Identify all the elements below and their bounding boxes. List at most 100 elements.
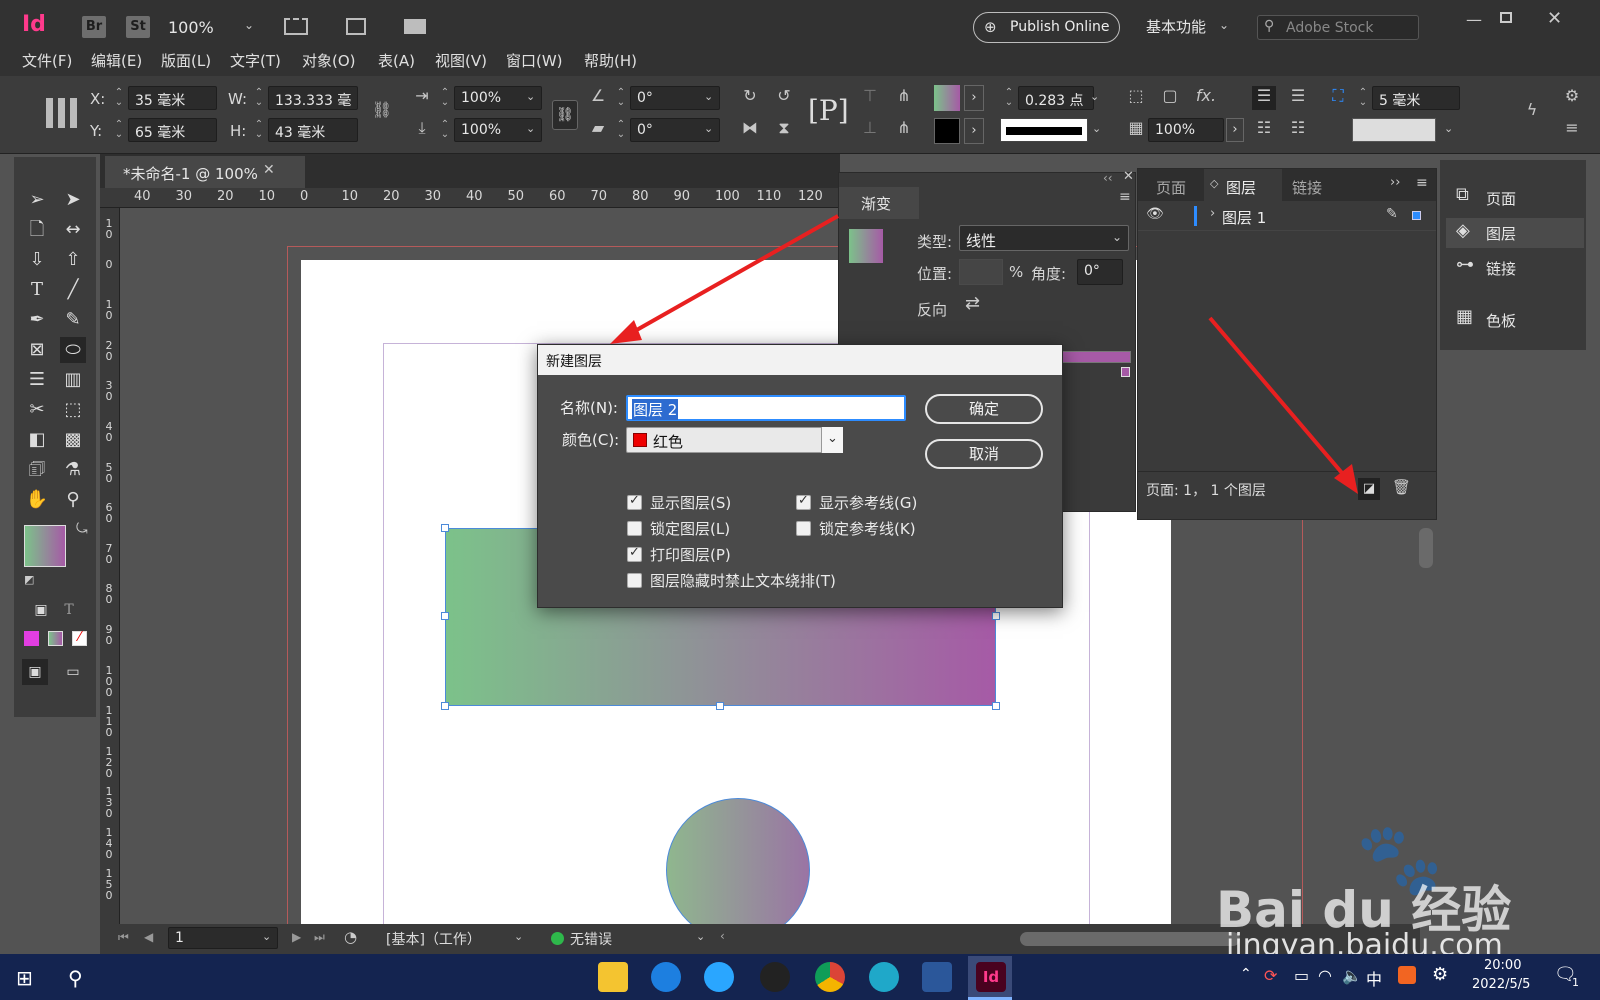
scissors-tool-icon[interactable]: ✂: [24, 397, 50, 423]
scale-x-stepper[interactable]: ⌃ ⌄: [436, 86, 454, 110]
browser-q-icon[interactable]: [704, 962, 734, 992]
layer-expand-chevron-icon[interactable]: ›: [1210, 206, 1215, 221]
gradient-panel-menu-icon[interactable]: ≡: [1119, 189, 1131, 205]
stroke-weight-stepper[interactable]: ⌃ ⌄: [1000, 86, 1018, 110]
offset-stepper[interactable]: ⌃ ⌄: [1354, 86, 1372, 110]
dock-layers[interactable]: 图层: [1486, 223, 1516, 244]
text-frame-center-icon[interactable]: ☰: [1286, 86, 1310, 110]
dock-pages[interactable]: 页面: [1486, 188, 1516, 209]
tray-battery-icon[interactable]: ▭: [1294, 966, 1309, 985]
clock-time[interactable]: 20:00: [1484, 958, 1521, 973]
close-tab-icon[interactable]: ✕: [263, 162, 275, 178]
ellipse-tool-icon[interactable]: ⬭: [60, 337, 86, 363]
stroke-menu-icon[interactable]: ›: [964, 118, 984, 144]
object-style-dropdown-icon[interactable]: ⌄: [1444, 122, 1453, 135]
rotate-cw-icon[interactable]: ↻: [738, 86, 762, 110]
normal-view-icon[interactable]: ▣: [22, 659, 48, 685]
tab-layers[interactable]: 图层: [1226, 177, 1256, 198]
scale-y-dropdown-icon[interactable]: ⌄: [526, 122, 535, 135]
y-field[interactable]: 65 毫米: [128, 118, 217, 142]
stroke-swatch[interactable]: [934, 118, 960, 144]
direct-selection-tool-icon[interactable]: ➤: [60, 187, 86, 213]
distribute-icon[interactable]: ⋔: [892, 86, 916, 110]
menu-type[interactable]: 文字(T): [230, 50, 281, 71]
layers-expand-icon[interactable]: ››: [1390, 175, 1400, 190]
tray-volume-icon[interactable]: 🔈: [1342, 966, 1362, 985]
chrome-icon[interactable]: [815, 962, 845, 992]
new-layer-button-icon[interactable]: ◪: [1358, 478, 1380, 500]
type-tool-icon[interactable]: T: [24, 277, 50, 303]
gradient-panel-close-icon[interactable]: ✕: [1123, 169, 1134, 184]
gradient-panel-title[interactable]: 渐变: [861, 193, 891, 214]
selection-tool-icon[interactable]: ➢: [24, 187, 50, 213]
scale-x-dropdown-icon[interactable]: ⌄: [526, 90, 535, 103]
gradient-angle-field[interactable]: 0°: [1077, 259, 1123, 285]
layers-panel-menu-icon[interactable]: ≡: [1416, 175, 1428, 191]
selection-handle[interactable]: [441, 612, 449, 620]
workspace-switcher[interactable]: 基本功能: [1146, 16, 1206, 37]
x-field[interactable]: 35 毫米: [128, 86, 217, 110]
indesign-taskbar-icon[interactable]: Id: [976, 962, 1006, 992]
content-collector-icon[interactable]: ⇩: [24, 247, 50, 273]
zoom-tool-icon[interactable]: ⚲: [60, 487, 86, 513]
page-style-dropdown-icon[interactable]: ⌄: [514, 930, 523, 943]
menu-object[interactable]: 对象(O): [302, 50, 356, 71]
lock-layer-checkbox[interactable]: [627, 521, 642, 536]
lock-guides-checkbox[interactable]: [796, 521, 811, 536]
file-explorer-icon[interactable]: [598, 962, 628, 992]
effects-icon[interactable]: fx.: [1194, 86, 1218, 110]
tray-chevron-icon[interactable]: ⌃: [1240, 966, 1252, 982]
scroll-left-icon[interactable]: ‹: [720, 929, 725, 943]
next-page-icon[interactable]: ▶: [292, 930, 301, 944]
object-style-selector[interactable]: [1352, 118, 1436, 142]
gradient-swatch-tool-icon[interactable]: ◧: [24, 427, 50, 453]
w-stepper[interactable]: ⌃ ⌄: [250, 86, 268, 110]
dock-links[interactable]: 链接: [1486, 258, 1516, 279]
flip-horizontal-icon[interactable]: ⧓: [738, 118, 762, 142]
minimize-button[interactable]: —: [1466, 10, 1482, 29]
close-button[interactable]: ✕: [1547, 8, 1562, 29]
settings-gear-icon[interactable]: ⚙: [1560, 86, 1584, 110]
tab-links[interactable]: 链接: [1292, 177, 1322, 198]
selection-handle[interactable]: [441, 524, 449, 532]
gradient-position-field[interactable]: [959, 259, 1003, 285]
text-wrap-icon[interactable]: ⬚: [1124, 86, 1148, 110]
show-layer-checkbox[interactable]: [627, 493, 642, 510]
windows-start-icon[interactable]: ⊞: [16, 966, 33, 990]
h-field[interactable]: 43 毫米: [268, 118, 358, 142]
formatting-container-icon[interactable]: ▣: [28, 597, 54, 623]
flip-vertical-icon[interactable]: ⧗: [772, 118, 796, 142]
pencil-tool-icon[interactable]: ✎: [60, 307, 86, 333]
distribute-bottom-icon[interactable]: ⋔: [892, 118, 916, 142]
layer-selection-square[interactable]: [1412, 211, 1421, 220]
preflight-dropdown-icon[interactable]: ⌄: [696, 930, 705, 943]
menu-view[interactable]: 视图(V): [435, 50, 487, 71]
bridge-button[interactable]: Br: [82, 16, 106, 38]
note-tool-icon[interactable]: 🗊: [24, 457, 50, 483]
horizontal-scrollbar[interactable]: [1020, 932, 1240, 946]
horizontal-grid-icon[interactable]: ☰: [24, 367, 50, 393]
selection-handle[interactable]: [992, 612, 1000, 620]
show-guides-checkbox[interactable]: [796, 493, 811, 510]
cancel-button[interactable]: 取消: [925, 439, 1043, 469]
suppress-text-wrap-checkbox[interactable]: [627, 573, 642, 588]
menu-file[interactable]: 文件(F): [22, 50, 72, 71]
zoom-dropdown-icon[interactable]: ⌄: [244, 18, 254, 32]
tray-sync-icon[interactable]: ⟳: [1264, 966, 1277, 985]
text-frame-bottom-icon[interactable]: ☷: [1286, 118, 1310, 142]
fill-swatch[interactable]: [934, 85, 960, 111]
zoom-level[interactable]: 100%: [168, 18, 214, 37]
preflight-profile-icon[interactable]: ◔: [344, 928, 357, 946]
selection-handle[interactable]: [441, 702, 449, 710]
layer-name-input[interactable]: 图层 2: [626, 395, 906, 421]
dialog-title-bar[interactable]: 新建图层: [538, 345, 1062, 375]
free-transform-tool-icon[interactable]: ⬚: [60, 397, 86, 423]
prev-page-icon[interactable]: ◀: [144, 930, 153, 944]
reference-point-icon[interactable]: [46, 98, 78, 128]
screen-mode-icon[interactable]: [346, 18, 366, 35]
tray-sogou-icon[interactable]: [1398, 966, 1416, 984]
vertical-grid-icon[interactable]: ▥: [60, 367, 86, 393]
content-placer-icon[interactable]: ⇧: [60, 247, 86, 273]
fill-menu-icon[interactable]: ›: [964, 85, 984, 111]
vertical-scrollbar[interactable]: [1419, 528, 1433, 568]
